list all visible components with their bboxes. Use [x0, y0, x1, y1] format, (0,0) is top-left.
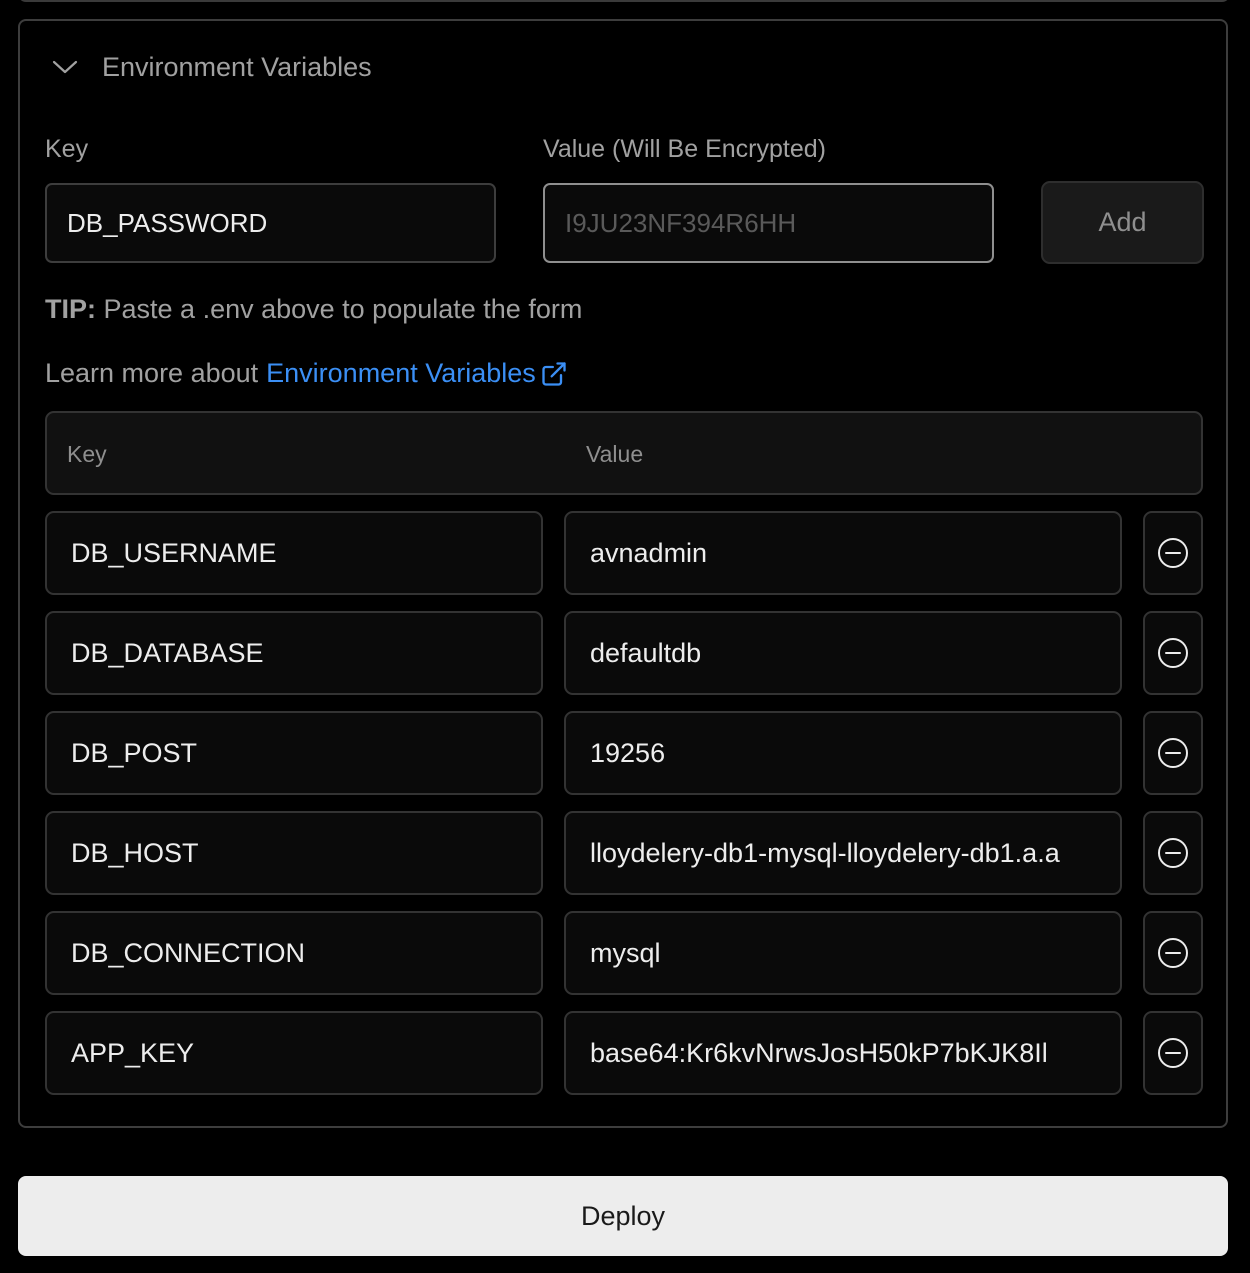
env-table-header: Key Value [45, 411, 1203, 495]
remove-row-button[interactable] [1143, 711, 1203, 795]
remove-row-button[interactable] [1143, 511, 1203, 595]
env-row-key[interactable]: DB_CONNECTION [45, 911, 543, 995]
env-row-value[interactable]: 19256 [564, 711, 1122, 795]
remove-row-button[interactable] [1143, 1011, 1203, 1095]
env-row-key[interactable]: APP_KEY [45, 1011, 543, 1095]
table-key-header: Key [67, 441, 107, 467]
env-row-key[interactable]: DB_POST [45, 711, 543, 795]
env-row-value[interactable]: base64:Kr6kvNrwsJosH50kP7bKJK8Il [564, 1011, 1122, 1095]
tip-text: TIP: Paste a .env above to populate the … [45, 294, 582, 325]
env-vars-docs-link[interactable]: Environment Variables [266, 358, 568, 389]
env-row-value[interactable]: lloydelery-db1-mysql-lloydelery-db1.a.a [564, 811, 1122, 895]
minus-circle-icon [1158, 838, 1188, 868]
env-vars-toggle[interactable]: Environment Variables [50, 49, 372, 85]
chevron-down-icon [50, 52, 80, 82]
key-label: Key [45, 135, 89, 163]
remove-row-button[interactable] [1143, 911, 1203, 995]
env-vars-docs-link-label: Environment Variables [266, 358, 536, 388]
env-row-value[interactable]: avnadmin [564, 511, 1122, 595]
env-row-value[interactable]: mysql [564, 911, 1122, 995]
value-input[interactable] [543, 183, 994, 263]
tip-prefix: TIP: [45, 294, 96, 324]
minus-circle-icon [1158, 938, 1188, 968]
env-row-key[interactable]: DB_DATABASE [45, 611, 543, 695]
minus-circle-icon [1158, 638, 1188, 668]
key-input[interactable] [45, 183, 496, 263]
env-vars-panel: Environment Variables Key Value (Will Be… [18, 19, 1228, 1128]
learn-more: Learn more about Environment Variables [45, 358, 568, 389]
previous-section-edge [18, 0, 1230, 2]
table-value-header: Value [586, 441, 644, 467]
env-row-key[interactable]: DB_HOST [45, 811, 543, 895]
external-link-icon [542, 361, 566, 386]
env-row-key[interactable]: DB_USERNAME [45, 511, 543, 595]
minus-circle-icon [1158, 538, 1188, 568]
remove-row-button[interactable] [1143, 611, 1203, 695]
section-title: Environment Variables [102, 51, 372, 82]
env-row-value[interactable]: defaultdb [564, 611, 1122, 695]
remove-row-button[interactable] [1143, 811, 1203, 895]
value-label: Value (Will Be Encrypted) [543, 135, 826, 163]
learn-more-text: Learn more about [45, 358, 259, 388]
minus-circle-icon [1158, 738, 1188, 768]
tip-body: Paste a .env above to populate the form [96, 294, 583, 324]
add-button[interactable]: Add [1041, 181, 1204, 264]
deploy-button[interactable]: Deploy [18, 1176, 1228, 1256]
minus-circle-icon [1158, 1038, 1188, 1068]
